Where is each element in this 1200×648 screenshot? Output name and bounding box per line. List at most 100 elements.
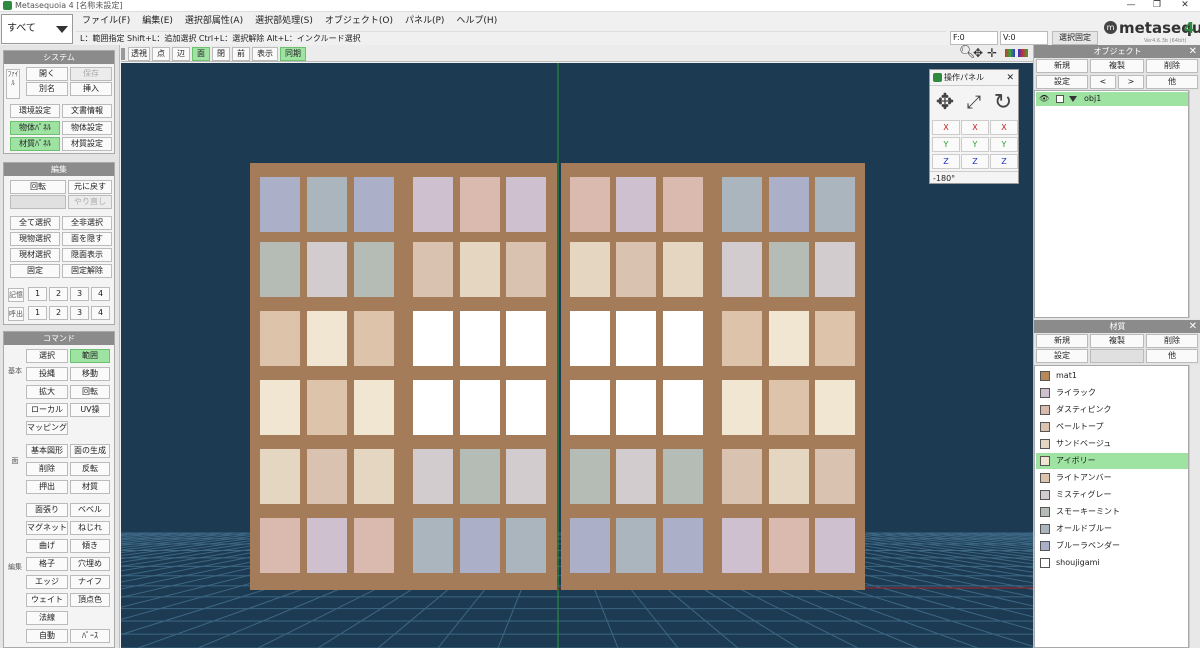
material-row[interactable]: mat1 — [1036, 368, 1188, 384]
tilt-tool-button[interactable]: 傾き — [70, 539, 110, 553]
view-display-button[interactable]: 表示 — [252, 47, 278, 61]
menu-edit[interactable]: 編集(E) — [136, 13, 179, 30]
magnet-tool-button[interactable]: マグネット — [26, 521, 68, 535]
material-row[interactable]: サンドベージュ — [1036, 436, 1188, 452]
range-tool-button[interactable]: 範囲 — [70, 349, 110, 363]
face-extend-tool-button[interactable]: 面張り — [26, 503, 68, 517]
recall-slot-2[interactable]: 2 — [49, 306, 68, 320]
rotate-x-button[interactable]: X — [990, 120, 1018, 135]
view-vertex-button[interactable]: 点 — [152, 47, 170, 61]
palette-icon[interactable] — [1018, 49, 1028, 57]
material-row[interactable]: ブルーラベンダー — [1036, 538, 1188, 554]
material-swatch[interactable] — [1040, 490, 1050, 500]
scale-x-button[interactable]: X — [961, 120, 989, 135]
local-tool-button[interactable]: ローカル — [26, 403, 68, 417]
fix-button[interactable]: 固定 — [10, 264, 60, 278]
bend-tool-button[interactable]: 曲げ — [26, 539, 68, 553]
unfix-button[interactable]: 固定解除 — [62, 264, 112, 278]
menu-selection-proc[interactable]: 選択部処理(S) — [249, 13, 319, 30]
scale-y-button[interactable]: Y — [961, 137, 989, 152]
material-settings-button[interactable]: 材質設定 — [62, 137, 112, 151]
material-row[interactable]: ミスティグレー — [1036, 487, 1188, 503]
3d-viewport[interactable]: 操作パネル ✕ ✥ ⤢ ↻ X X X Y Y Y Z Z Z -180° — [121, 63, 1033, 648]
select-current-material-button[interactable]: 現材選択 — [10, 248, 60, 262]
material-other-button[interactable]: 他 — [1146, 349, 1198, 363]
hole-fill-tool-button[interactable]: 穴埋め — [70, 557, 110, 571]
menu-panel[interactable]: パネル(P) — [399, 13, 450, 30]
material-copy-button[interactable]: 複製 — [1090, 334, 1144, 348]
primitive-tool-button[interactable]: 基本図形 — [26, 444, 68, 458]
menu-help[interactable]: ヘルプ(H) — [450, 13, 503, 30]
rotate-tool-button[interactable]: 回転 — [70, 385, 110, 399]
visibility-icon[interactable]: 👁︎ — [1039, 92, 1049, 106]
generate-face-tool-button[interactable]: 面の生成 — [70, 444, 110, 458]
material-panel-button[interactable]: 材質ﾊﾟﾈﾙ — [10, 137, 60, 151]
material-tool-button[interactable]: 材質 — [70, 480, 110, 494]
material-row[interactable]: アイボリー — [1036, 453, 1188, 469]
normal-tool-button[interactable]: 法線 — [26, 611, 68, 625]
object-row[interactable]: 👁︎ obj1 — [1036, 92, 1188, 106]
edge-tool-button[interactable]: エッジ — [26, 575, 68, 589]
view-perspective-button[interactable]: 透視 — [128, 47, 150, 61]
twist-tool-button[interactable]: ねじれ — [70, 521, 110, 535]
object-new-button[interactable]: 新規 — [1036, 59, 1088, 73]
material-row[interactable]: スモーキーミント — [1036, 504, 1188, 520]
mapping-tool-button[interactable]: マッピング — [26, 421, 68, 435]
rotate-z-button[interactable]: Z — [990, 154, 1018, 169]
object-settings-button[interactable]: 設定 — [1036, 75, 1088, 89]
pan-icon[interactable]: ✥ — [973, 45, 983, 61]
menu-file[interactable]: ファイル(F) — [76, 13, 136, 30]
close-icon[interactable]: ✕ — [1006, 70, 1014, 86]
lasso-tool-button[interactable]: 投縄 — [26, 367, 68, 381]
move-icon[interactable]: ✥ — [932, 90, 958, 116]
object-prev-button[interactable]: < — [1090, 75, 1116, 89]
close-icon[interactable]: ✕ — [1178, 0, 1192, 11]
object-delete-button[interactable]: 削除 — [1146, 59, 1198, 73]
vertex-color-tool-button[interactable]: 頂点色 — [70, 593, 110, 607]
recall-slot-1[interactable]: 1 — [28, 306, 47, 320]
recall-slot-3[interactable]: 3 — [70, 306, 89, 320]
material-swatch[interactable] — [1040, 439, 1050, 449]
show-hidden-button[interactable]: 隠面表示 — [62, 248, 112, 262]
material-row[interactable]: ペールトープ — [1036, 419, 1188, 435]
delete-tool-button[interactable]: 削除 — [26, 462, 68, 476]
redo-button[interactable]: やり直し — [68, 195, 112, 209]
material-swatch[interactable] — [1040, 422, 1050, 432]
rotate-icon[interactable]: ↻ — [990, 90, 1016, 116]
open-button[interactable]: 開く — [26, 67, 68, 81]
rotate-y-button[interactable]: Y — [990, 137, 1018, 152]
insert-button[interactable]: 挿入 — [70, 82, 112, 96]
scale-tool-button[interactable]: 拡大 — [26, 385, 68, 399]
move-view-icon[interactable]: ✛ — [987, 45, 997, 61]
menu-object[interactable]: オブジェクト(O) — [319, 13, 399, 30]
material-swatch[interactable] — [1040, 473, 1050, 483]
auto-tool-button[interactable]: 自動 — [26, 629, 68, 643]
object-other-button[interactable]: 他 — [1146, 75, 1198, 89]
save-as-button[interactable]: 別名 — [26, 82, 68, 96]
material-row[interactable]: ライトアンバー — [1036, 470, 1188, 486]
material-swatch[interactable] — [1040, 388, 1050, 398]
rotate-view-button[interactable]: 回転 — [10, 180, 66, 194]
menu-selection-attr[interactable]: 選択部属性(A) — [179, 13, 249, 30]
move-y-button[interactable]: Y — [932, 137, 960, 152]
minimize-icon[interactable]: — — [1124, 0, 1138, 11]
material-swatch[interactable] — [1040, 507, 1050, 517]
extrude-tool-button[interactable]: 押出 — [26, 480, 68, 494]
env-settings-button[interactable]: 環境設定 — [10, 104, 60, 118]
select-all-button[interactable]: 全て選択 — [10, 216, 60, 230]
material-settings-button[interactable]: 設定 — [1036, 349, 1088, 363]
view-face-button[interactable]: 面 — [192, 47, 210, 61]
memory-slot-2[interactable]: 2 — [49, 287, 68, 301]
object-panel-button[interactable]: 物体ﾊﾟﾈﾙ — [10, 121, 60, 135]
move-x-button[interactable]: X — [932, 120, 960, 135]
recall-slot-4[interactable]: 4 — [91, 306, 110, 320]
object-scope-dropdown[interactable]: すべて — [1, 14, 73, 44]
move-tool-button[interactable]: 移動 — [70, 367, 110, 381]
material-row[interactable]: ダスティピンク — [1036, 402, 1188, 418]
hide-face-button[interactable]: 面を隠す — [62, 232, 112, 246]
object-next-button[interactable]: > — [1118, 75, 1144, 89]
scale-z-button[interactable]: Z — [961, 154, 989, 169]
material-row[interactable]: オールドブルー — [1036, 521, 1188, 537]
memory-slot-3[interactable]: 3 — [70, 287, 89, 301]
maximize-icon[interactable]: ❐ — [1150, 0, 1164, 11]
